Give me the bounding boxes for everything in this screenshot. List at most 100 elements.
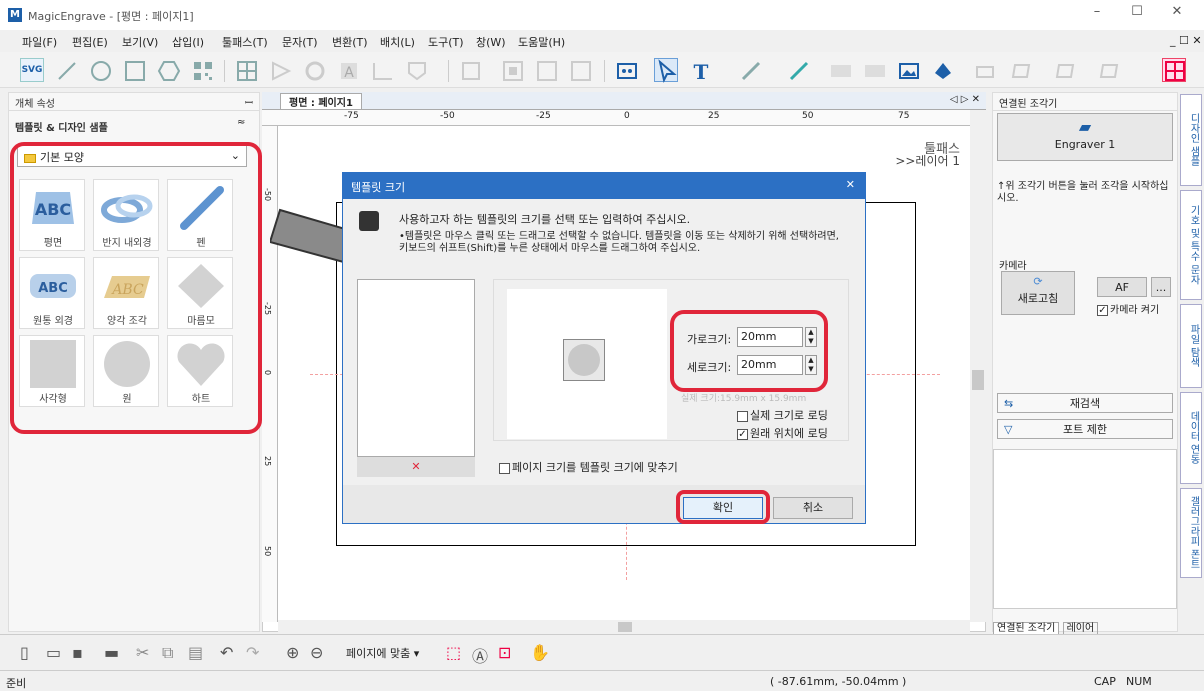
layer2-tool-icon[interactable]: [1052, 58, 1076, 82]
vtab-design-samples[interactable]: 디자인 샘플: [1180, 94, 1202, 186]
section-title: 템플릿 & 디자인 샘플: [15, 123, 108, 134]
port-list[interactable]: [993, 449, 1177, 609]
vtab-data-link[interactable]: 데이터 연동: [1180, 392, 1202, 484]
refresh-icon: ⟳: [1033, 275, 1043, 288]
menu-help[interactable]: 도움말(H): [518, 34, 565, 50]
table-tool-icon[interactable]: [234, 58, 258, 82]
svg-label: SVG: [21, 65, 43, 75]
checkbox-checked-icon: ✓: [737, 428, 748, 440]
menu-window[interactable]: 창(W): [476, 34, 506, 50]
edit-tool-icon[interactable]: [786, 58, 810, 82]
fit-page-checkbox[interactable]: 페이지 크기를 템플릿 크기에 맞추기: [499, 459, 678, 475]
menu-edit[interactable]: 편집(E): [72, 34, 108, 50]
measure-tool-icon[interactable]: [370, 58, 394, 82]
pen-tool-icon[interactable]: [738, 58, 762, 82]
menu-toolpath[interactable]: 툴패스(T): [222, 34, 268, 50]
text-effect-icon[interactable]: [828, 58, 852, 82]
text-effect2-icon[interactable]: [862, 58, 886, 82]
mdi-controls[interactable]: _ ☐ ✕: [1170, 34, 1202, 47]
load-actual-label: 실제 크기로 로딩: [750, 409, 828, 422]
fill-tool-icon[interactable]: [930, 58, 954, 82]
line-tool-icon[interactable]: [54, 58, 78, 82]
menu-arrange[interactable]: 배치(L): [380, 34, 415, 50]
scrollbar-thumb[interactable]: [618, 622, 632, 632]
minimize-button[interactable]: –: [1082, 4, 1112, 24]
horizontal-scrollbar[interactable]: [278, 620, 970, 634]
port-limit-button[interactable]: ▽ 포트 제한: [997, 419, 1173, 439]
zoom-page-icon[interactable]: ⊡: [498, 643, 511, 662]
cancel-button[interactable]: 취소: [773, 497, 853, 519]
menu-text[interactable]: 문자(T): [282, 34, 318, 50]
vtab-file-explorer[interactable]: 파일 탐색: [1180, 304, 1202, 388]
copy-icon[interactable]: ⧉: [162, 643, 173, 663]
cut-icon[interactable]: ✂: [136, 643, 149, 662]
grid-toggle-icon[interactable]: [1162, 58, 1186, 82]
distribute-tool-icon[interactable]: [568, 58, 592, 82]
qrcode-tool-icon[interactable]: [190, 58, 214, 82]
polygon-tool-icon[interactable]: [156, 58, 181, 82]
align-tool-icon[interactable]: [458, 58, 482, 82]
pin-icon[interactable]: ꟷ: [245, 95, 253, 109]
engraver-device-button[interactable]: ▰ Engraver 1: [997, 113, 1173, 161]
zoom-selection-icon[interactable]: ⬚: [446, 643, 461, 662]
image-tool-icon[interactable]: [896, 58, 920, 82]
save-icon[interactable]: ▪: [72, 643, 83, 662]
new-file-icon[interactable]: ▯: [20, 643, 29, 662]
delete-template-button[interactable]: ✕: [357, 457, 475, 477]
cursor-coordinates: ( -87.61mm, -50.04mm ): [770, 675, 907, 688]
ungroup-tool-icon[interactable]: [534, 58, 558, 82]
camera-on-checkbox[interactable]: ✓ 카메라 켜기: [1097, 301, 1159, 316]
paste-icon[interactable]: ▤: [188, 643, 203, 662]
zoom-out-icon[interactable]: ⊖: [310, 643, 323, 662]
dots-tool-icon[interactable]: [614, 58, 638, 82]
camera-refresh-button[interactable]: ⟳ 새로고침: [1001, 271, 1075, 315]
main-toolbar: SVG A T: [0, 52, 1204, 88]
pan-hand-icon[interactable]: ✋: [530, 643, 550, 662]
svg-import-button[interactable]: SVG: [20, 58, 44, 82]
layer-tool-icon[interactable]: [1008, 58, 1032, 82]
layer3-tool-icon[interactable]: [1096, 58, 1120, 82]
preview-circle-shape: [568, 344, 600, 376]
vtab-symbols[interactable]: 기호 및 특수 문자: [1180, 190, 1202, 300]
right-panel-tabs: 연결된 조각기 레이어: [993, 619, 1177, 635]
zoom-all-icon[interactable]: Ⓐ: [472, 643, 488, 667]
document-tab[interactable]: 평면 : 페이지1: [280, 93, 362, 109]
text-tool-icon[interactable]: T: [688, 58, 712, 84]
print-icon[interactable]: ▬: [104, 643, 119, 662]
zoom-fit-dropdown[interactable]: 페이지에 맞춤 ▾: [346, 645, 419, 661]
dialog-close-icon[interactable]: ✕: [846, 178, 855, 191]
vtab-calligraphy-font[interactable]: 갤러그라피 폰트: [1180, 488, 1202, 578]
af-button[interactable]: AF: [1097, 277, 1147, 297]
shape-tool-icon[interactable]: [404, 58, 428, 82]
weld-tool-icon[interactable]: [302, 58, 326, 82]
group-tool-icon[interactable]: [500, 58, 524, 82]
menu-transform[interactable]: 변환(T): [332, 34, 368, 50]
menu-file[interactable]: 파일(F): [22, 34, 57, 50]
text-frame-icon[interactable]: A: [336, 58, 360, 82]
circle-tool-icon[interactable]: [88, 58, 112, 82]
menu-tools[interactable]: 도구(T): [428, 34, 464, 50]
rescan-button[interactable]: ⇆ 재검색: [997, 393, 1173, 413]
camera-more-button[interactable]: ...: [1151, 277, 1171, 297]
collapse-icon[interactable]: ≈: [237, 117, 245, 128]
node-tool-icon[interactable]: [268, 58, 292, 82]
menu-insert[interactable]: 삽입(I): [172, 34, 204, 50]
tab-nav-controls[interactable]: ◁ ▷ ✕: [950, 94, 980, 105]
redo-icon[interactable]: ↷: [246, 643, 259, 662]
open-folder-icon[interactable]: ▭: [46, 643, 61, 662]
load-original-checkbox[interactable]: ✓ 원래 위치에 로딩: [737, 425, 828, 441]
template-list[interactable]: [357, 279, 475, 457]
close-button[interactable]: ✕: [1162, 4, 1192, 24]
undo-icon[interactable]: ↶: [220, 643, 233, 662]
dialog-title-bar: 템플릿 크기 ✕: [343, 173, 865, 199]
ruler-tick: 50: [802, 111, 814, 121]
scrollbar-thumb[interactable]: [972, 370, 984, 390]
vertical-scrollbar[interactable]: [970, 110, 986, 622]
rectangle-tool-icon[interactable]: [122, 58, 146, 82]
zoom-in-icon[interactable]: ⊕: [286, 643, 299, 662]
maximize-button[interactable]: ☐: [1122, 4, 1152, 24]
load-actual-checkbox[interactable]: 실제 크기로 로딩: [737, 407, 828, 423]
select-tool-icon[interactable]: [654, 58, 678, 83]
print-tool-icon[interactable]: [972, 58, 996, 82]
menu-view[interactable]: 보기(V): [122, 34, 158, 50]
